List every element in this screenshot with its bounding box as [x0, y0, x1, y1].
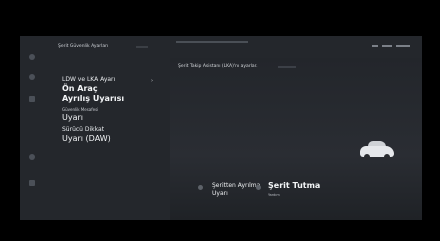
car-wheel — [364, 154, 370, 160]
status-indicator — [176, 41, 248, 43]
option-sublabel: Yardım — [268, 193, 280, 197]
page-title: Şerit Güvenlik Ayarları — [58, 44, 109, 49]
radio-button[interactable] — [198, 185, 203, 190]
menu-item-value: Uyarı (DAW) — [62, 134, 111, 143]
navigation-icon[interactable] — [29, 74, 35, 80]
home-icon[interactable] — [29, 54, 35, 60]
menu-item-value-line1: Ön Araç — [62, 84, 98, 93]
status-icons — [372, 45, 410, 47]
signal-icon — [372, 45, 378, 47]
menu-icon[interactable] — [29, 180, 35, 186]
settings-menu: LDW ve LKA Ayarı › Ön Araç Ayrılış Uyarı… — [48, 76, 153, 147]
vehicle-illustration — [290, 108, 422, 178]
menu-item-safe-distance[interactable]: Güvenlik Mesafesi Uyarı — [48, 107, 144, 122]
menu-item-value-line2: Ayrılış Uyarısı — [62, 93, 125, 103]
settings-content-panel: Şerit Takip Asistanı (LKA)'nı ayarlar. Ş… — [170, 58, 422, 220]
chevron-right-icon: › — [151, 78, 153, 84]
clock-icon — [396, 45, 410, 47]
content-title-divider — [278, 66, 296, 68]
content-title: Şerit Takip Asistanı (LKA)'nı ayarlar. — [178, 64, 258, 69]
menu-item-value: Uyarı — [62, 113, 84, 122]
settings-icon[interactable] — [29, 154, 35, 160]
option-label-line2: Uyarı — [212, 190, 228, 197]
wifi-icon — [382, 45, 392, 47]
menu-item-label: Sürücü Dikkat — [62, 126, 105, 133]
option-label-line1: Şeritten Ayrılma — [212, 182, 261, 189]
menu-item-ldw-lka[interactable]: LDW ve LKA Ayarı › Ön Araç Ayrılış Uyarı… — [48, 76, 153, 103]
phone-icon[interactable] — [29, 96, 35, 102]
infotainment-screen: Şerit Güvenlik Ayarları LDW ve LKA Ayarı… — [20, 36, 422, 220]
option-label: Şerit Tutma — [268, 181, 321, 190]
menu-item-driver-attention[interactable]: Sürücü Dikkat Uyarı (DAW) — [48, 126, 144, 143]
radio-button[interactable] — [256, 185, 261, 190]
car-wheel — [384, 154, 390, 160]
header-tab-indicator — [136, 46, 148, 48]
status-bar: Şerit Güvenlik Ayarları — [20, 36, 422, 56]
menu-item-label: LDW ve LKA Ayarı — [62, 76, 116, 83]
left-icon-rail — [20, 50, 44, 210]
